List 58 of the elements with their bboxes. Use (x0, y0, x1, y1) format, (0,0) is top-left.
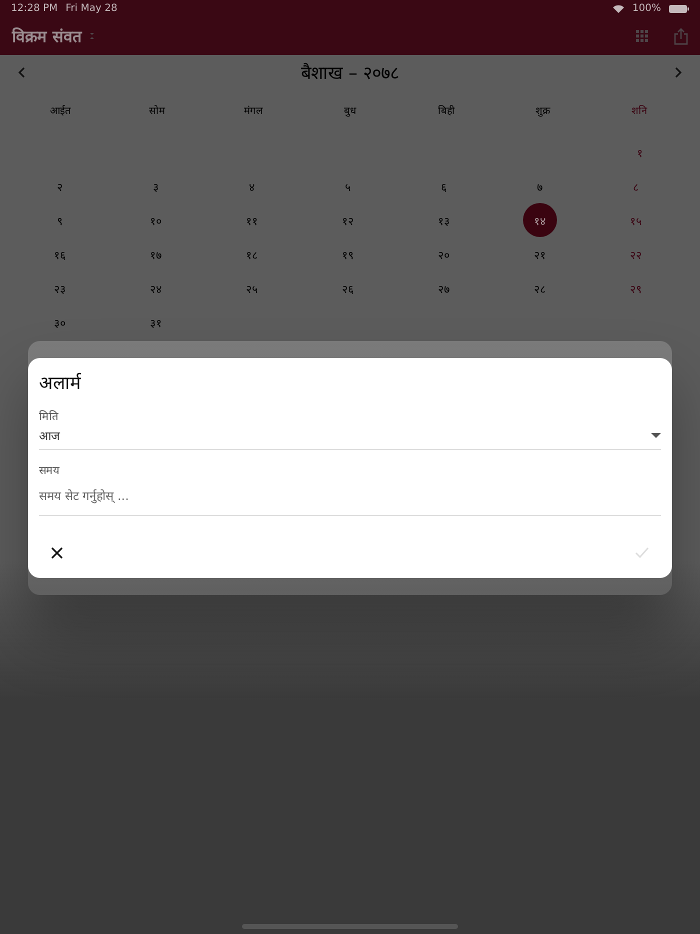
calendar-day[interactable]: २० (427, 237, 461, 271)
battery-icon (669, 4, 689, 12)
calendar-day[interactable]: २४ (139, 271, 173, 305)
month-title: बैशाख – २०७८ (300, 62, 400, 84)
calendar-day[interactable]: ७ (523, 169, 557, 203)
check-icon (635, 547, 649, 558)
calendar-day[interactable]: २३ (43, 271, 77, 305)
weekday-label: सोम (148, 104, 166, 119)
field-label: समय (39, 462, 59, 477)
calendar-day[interactable]: २१ (523, 237, 557, 271)
calendar-day[interactable]: ३ (139, 169, 173, 203)
calendar-day[interactable]: २ (43, 169, 77, 203)
time-field[interactable]: समय सेट गर्नुहोस् ... (39, 476, 661, 516)
caret-icon[interactable] (90, 33, 94, 39)
dialog-title: अलार्म (39, 372, 81, 394)
battery-percent: 100% (632, 3, 661, 14)
share-icon[interactable] (674, 28, 688, 44)
calendar-day[interactable]: १४ (523, 203, 557, 237)
calendar-day[interactable]: ८ (619, 169, 653, 203)
calendar-day[interactable]: ९ (43, 203, 77, 237)
calendar-day[interactable]: २६ (331, 271, 365, 305)
weekday-label: मंगल (242, 104, 264, 119)
weekday-label: बिही (437, 104, 456, 119)
calendar-day[interactable]: १७ (139, 237, 173, 271)
weekday-label: आईत (48, 104, 72, 119)
calendar-day[interactable]: २८ (523, 271, 557, 305)
grid-icon[interactable] (636, 30, 648, 42)
calendar-day[interactable]: १५ (619, 203, 653, 237)
calendar-day[interactable]: २९ (619, 271, 653, 305)
calendar-day[interactable]: ६ (427, 169, 461, 203)
calendar-day[interactable]: १८ (235, 237, 269, 271)
close-icon (51, 546, 63, 559)
calendar-day[interactable]: ५ (331, 169, 365, 203)
calendar-day[interactable]: ११ (235, 203, 269, 237)
app-title: विक्रम संवत (12, 26, 82, 47)
dropdown-icon (651, 433, 661, 438)
previous-icon[interactable] (18, 66, 25, 78)
calendar-day[interactable]: १६ (43, 237, 77, 271)
weekday-label: बुध (342, 105, 358, 119)
calendar-day[interactable]: १९ (331, 237, 365, 271)
calendar-day[interactable]: १० (139, 203, 173, 237)
status-date: Fri May 28 (66, 3, 118, 14)
calendar-day[interactable]: १३ (427, 203, 461, 237)
date-select[interactable]: आज (39, 423, 661, 450)
calendar-day[interactable]: ४ (235, 169, 269, 203)
calendar-day[interactable]: २५ (235, 271, 269, 305)
calendar-day[interactable]: १ (623, 135, 657, 169)
calendar-day[interactable]: ३१ (139, 305, 173, 339)
weekday-label: शुक्र (534, 105, 552, 119)
wifi-icon (613, 4, 624, 12)
next-icon[interactable] (674, 66, 682, 78)
calendar-day[interactable]: ३० (43, 305, 77, 339)
field-label: मिति (39, 409, 58, 423)
weekday-label: शनि (630, 104, 649, 119)
calendar-day[interactable]: २७ (427, 271, 461, 305)
status-time: 12:28 PM (11, 3, 58, 14)
calendar-day[interactable]: २२ (619, 237, 653, 271)
calendar-day[interactable]: १२ (331, 203, 365, 237)
